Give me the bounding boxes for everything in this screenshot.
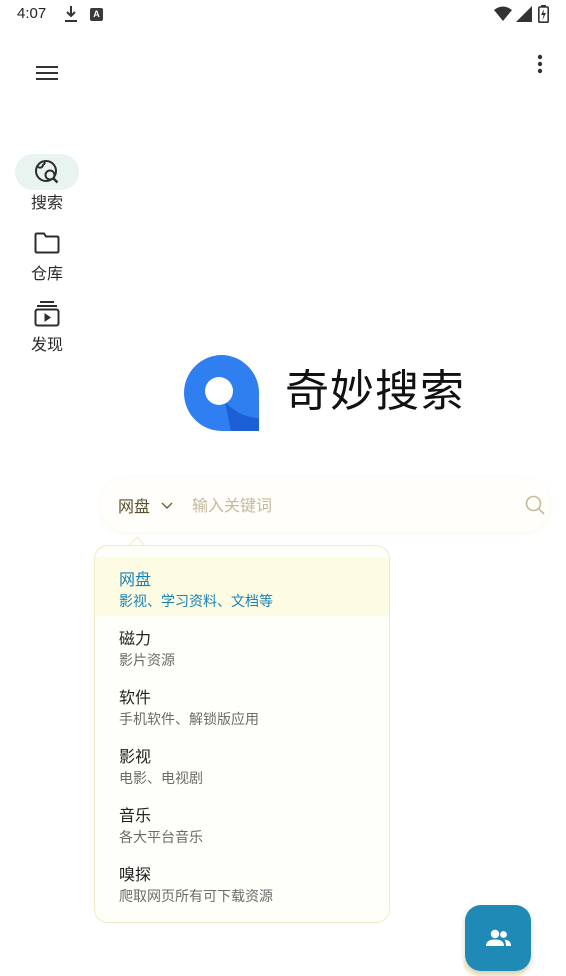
chevron-down-icon — [161, 502, 173, 509]
globe-search-icon — [35, 160, 59, 184]
option-subtitle: 各大平台音乐 — [119, 830, 203, 846]
option-title: 软件 — [119, 688, 152, 707]
nav-icon-container — [15, 225, 79, 261]
nav-item-repository[interactable]: 仓库 — [14, 225, 80, 284]
search-bar: 网盘 — [100, 478, 550, 532]
app-notification-icon: A — [90, 8, 103, 21]
search-input[interactable] — [192, 490, 512, 520]
app-title: 奇妙搜索 — [285, 366, 465, 417]
nav-label-search: 搜索 — [30, 193, 63, 212]
nav-item-discover[interactable]: 发现 — [14, 296, 80, 355]
download-icon — [65, 6, 77, 22]
signal-icon — [516, 6, 532, 22]
group-icon — [486, 929, 511, 946]
dropdown-option-sniff[interactable]: 嗅探 爬取网页所有可下载资源 — [95, 852, 389, 911]
option-title: 磁力 — [119, 629, 152, 648]
option-subtitle: 爬取网页所有可下载资源 — [119, 889, 273, 905]
category-dropdown: 网盘 影视、学习资料、文档等 磁力 影片资源 软件 手机软件、解锁版应用 影视 … — [94, 545, 390, 923]
status-time: 4:07 — [17, 5, 47, 22]
dropdown-option-software[interactable]: 软件 手机软件、解锁版应用 — [95, 675, 389, 734]
play-box-icon — [34, 301, 60, 327]
dropdown-option-netdisk[interactable]: 网盘 影视、学习资料、文档等 — [95, 557, 389, 616]
option-title: 影视 — [119, 747, 152, 766]
group-fab-button[interactable] — [465, 905, 531, 971]
option-subtitle: 电影、电视剧 — [119, 771, 203, 787]
search-icon[interactable] — [524, 494, 546, 516]
menu-button[interactable] — [27, 53, 67, 93]
option-subtitle: 手机软件、解锁版应用 — [119, 712, 259, 728]
category-select[interactable]: 网盘 — [118, 492, 174, 518]
nav-label-discover: 发现 — [30, 335, 63, 354]
option-title: 嗅探 — [119, 865, 152, 884]
more-options-button[interactable] — [520, 44, 560, 84]
category-value: 网盘 — [118, 497, 151, 516]
dropdown-option-magnet[interactable]: 磁力 影片资源 — [95, 616, 389, 675]
nav-label-repository: 仓库 — [30, 264, 63, 283]
status-bar: 4:07 A — [0, 0, 566, 30]
dropdown-option-video[interactable]: 影视 电影、电视剧 — [95, 734, 389, 793]
wifi-icon — [494, 6, 512, 21]
app-logo — [184, 355, 259, 431]
nav-icon-container — [15, 296, 79, 332]
option-title: 音乐 — [119, 806, 152, 825]
dropdown-option-music[interactable]: 音乐 各大平台音乐 — [95, 793, 389, 852]
nav-item-search[interactable]: 搜索 — [14, 154, 80, 213]
hamburger-menu-icon — [36, 66, 58, 80]
option-title: 网盘 — [119, 570, 152, 589]
option-subtitle: 影视、学习资料、文档等 — [119, 594, 273, 610]
option-subtitle: 影片资源 — [119, 653, 175, 669]
more-vertical-icon — [537, 54, 543, 74]
battery-charging-icon — [538, 5, 549, 23]
nav-active-indicator — [15, 154, 79, 190]
folder-icon — [34, 232, 60, 254]
